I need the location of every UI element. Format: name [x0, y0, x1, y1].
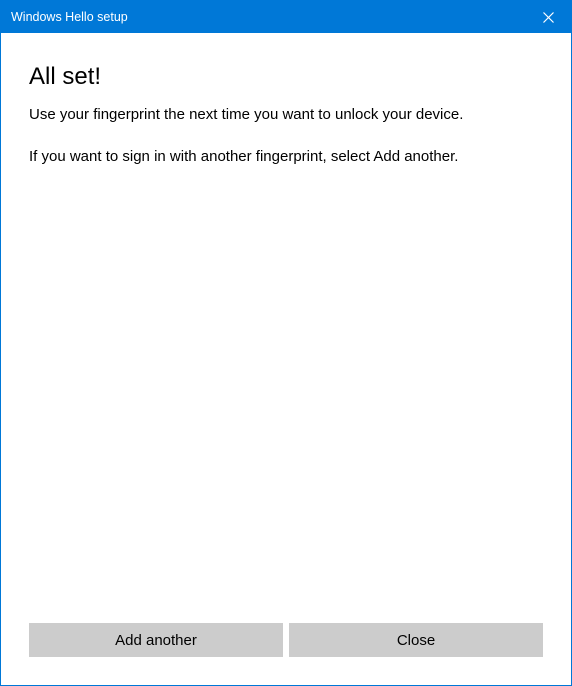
dialog-content: All set! Use your fingerprint the next t…: [1, 33, 571, 685]
titlebar: Windows Hello setup: [1, 1, 571, 33]
window-title: Windows Hello setup: [11, 1, 128, 33]
body-text-2: If you want to sign in with another fing…: [29, 147, 543, 167]
page-heading: All set!: [29, 63, 543, 91]
add-another-button[interactable]: Add another: [29, 623, 283, 657]
button-row: Add another Close: [29, 623, 543, 665]
body-text-1: Use your fingerprint the next time you w…: [29, 105, 543, 125]
close-icon: [543, 12, 554, 23]
spacer: [29, 190, 543, 624]
dialog-window: Windows Hello setup All set! Use your fi…: [0, 0, 572, 686]
window-close-button[interactable]: [525, 1, 571, 33]
close-button[interactable]: Close: [289, 623, 543, 657]
